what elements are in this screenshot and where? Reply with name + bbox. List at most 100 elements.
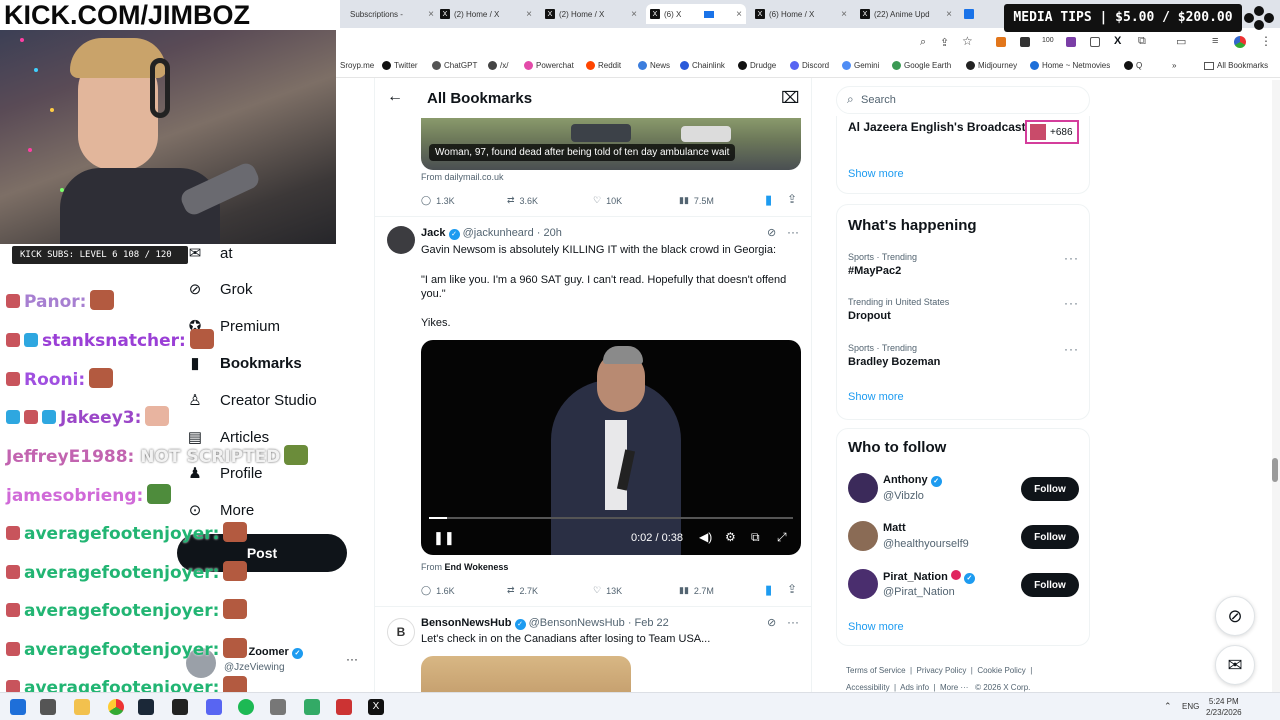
footer-link[interactable]: Terms of Service [846,666,906,675]
repost-button[interactable]: ⇄ 2.7K [507,585,538,596]
close-icon[interactable]: × [946,9,956,20]
close-icon[interactable]: × [841,9,851,20]
author-handle[interactable]: @jackunheard [463,227,534,239]
shield-ext-icon[interactable] [1020,37,1030,47]
more-icon[interactable]: ··· [1064,342,1079,356]
like-button[interactable]: ♡ 10K [593,195,622,206]
tweet-image[interactable] [421,656,631,692]
nav-item-grok[interactable]: ⊘ Grok [186,280,253,299]
follow-button[interactable]: Follow [1021,525,1079,549]
author-name[interactable]: BensonNewsHub [421,617,511,629]
live-listeners[interactable]: +686 [1025,120,1079,144]
views-button[interactable]: ▮▮ 2.7M [679,585,714,596]
footer-link[interactable]: Cookie Policy [977,666,1025,675]
views-button[interactable]: ▮▮ 7.5M [679,195,714,206]
back-arrow-icon[interactable]: ← [387,88,403,106]
terminal-icon[interactable] [172,699,188,715]
menu-list-icon[interactable]: ≡ [1212,35,1218,47]
bookmark-item[interactable]: Google Earth [892,61,951,70]
app-icon[interactable] [336,699,352,715]
metamask-icon[interactable] [996,37,1006,47]
browser-tab-active[interactable]: X (6) X × [646,4,746,24]
show-more-link[interactable]: Show more [848,621,904,633]
tweet-time[interactable]: · 20h [537,227,562,239]
language-indicator[interactable]: ENG [1182,702,1199,711]
file-explorer-icon[interactable] [74,699,90,715]
bookmark-item[interactable]: Gemini [842,61,879,70]
nav-item-articles[interactable]: ▤ Articles [186,428,269,447]
bookmark-item[interactable]: Reddit [586,61,621,70]
footer-link[interactable]: Ads info [900,683,929,692]
bookmark-filled-icon[interactable]: ▮ [765,582,772,598]
share-icon[interactable]: ⇪ [787,192,797,206]
extension-icon[interactable] [1090,37,1100,47]
more-icon[interactable]: ··· [787,615,799,629]
show-more-link[interactable]: Show more [848,391,904,403]
star-icon[interactable]: ☆ [962,34,973,48]
bookmark-item[interactable]: /x/ [488,61,508,70]
link-source[interactable]: From dailymail.co.uk [421,172,504,182]
app-icon[interactable] [270,699,286,715]
all-bookmarks-folder[interactable]: All Bookmarks [1204,61,1268,70]
sidepanel-icon[interactable]: ▭ [1176,35,1186,48]
bookmark-item[interactable]: Twitter [382,61,418,70]
volume-icon[interactable]: ◀) [699,530,712,544]
reply-button[interactable]: ◯ 1.6K [421,585,455,596]
tweet-avatar[interactable] [387,226,415,254]
nav-item-bookmarks[interactable]: ▮ Bookmarks [186,354,302,373]
close-icon[interactable]: × [736,9,746,20]
bookmark-item[interactable]: News [638,61,670,70]
x-extension-icon[interactable]: X [1114,35,1121,47]
browser-tab[interactable]: X (2) Home / X × [541,4,641,24]
author-handle[interactable]: @BensonNewsHub [529,617,625,629]
app-icon[interactable] [304,699,320,715]
bookmarks-overflow-icon[interactable]: » [1172,61,1176,70]
new-folder-icon[interactable]: ⌧ [781,88,799,108]
search-box[interactable]: ⌕ Search [836,86,1090,114]
footer-link[interactable]: Accessibility [846,683,890,692]
kebab-menu-icon[interactable]: ⋮ [1260,34,1272,48]
task-view-icon[interactable] [40,699,56,715]
browser-tab[interactable] [960,4,990,24]
reply-button[interactable]: ◯ 1.3K [421,195,455,206]
spotify-icon[interactable] [238,699,254,715]
more-icon[interactable]: ··· [1064,296,1079,310]
follow-button[interactable]: Follow [1021,477,1079,501]
more-icon[interactable]: ··· [787,225,799,239]
footer-link[interactable]: More ··· [940,683,968,692]
footer-link[interactable]: Privacy Policy [917,666,967,675]
follow-name[interactable]: Anthony ✓ [883,474,942,487]
grok-icon[interactable]: ⊘ [767,226,776,239]
bookmark-item[interactable]: Chainlink [680,61,725,70]
bookmark-item[interactable]: Q [1124,61,1142,70]
scrollbar-thumb[interactable] [1272,458,1278,482]
chrome-icon[interactable] [108,699,124,715]
browser-tab[interactable]: Subscriptions - × [346,4,438,24]
nav-item-chat[interactable]: ✉ at [186,244,233,263]
settings-icon[interactable]: ⚙ [725,530,736,544]
bookmark-item[interactable]: ChatGPT [432,61,477,70]
page-scrollbar[interactable] [1272,80,1280,692]
puzzle-icon[interactable]: ⧉ [1138,35,1146,48]
grok-icon[interactable]: ⊘ [767,616,776,629]
video-player[interactable]: ❚❚ 0:02 / 0:38 ◀) ⚙ ⧉ ⤢ [421,340,801,555]
follow-name[interactable]: Pirat_Nation ✓ [883,570,975,584]
follow-avatar[interactable] [848,473,878,503]
bookmark-item[interactable]: Midjourney [966,61,1017,70]
profile-avatar-icon[interactable] [1234,36,1246,48]
share-icon[interactable]: ⇪ [940,36,949,49]
fullscreen-icon[interactable]: ⤢ [777,530,787,545]
video-seek-bar[interactable] [429,517,793,519]
bookmark-item[interactable]: Discord [790,61,829,70]
clock[interactable]: 5:24 PM 2/23/2026 [1206,696,1242,718]
video-source[interactable]: From End Wokeness [421,562,508,572]
bookmark-item[interactable]: Home ~ Netmovies [1030,61,1110,70]
browser-tab[interactable]: X (22) Anime Upd × [856,4,956,24]
browser-tab[interactable]: X (2) Home / X × [436,4,536,24]
tweet-time[interactable]: · Feb 22 [628,617,669,629]
more-icon[interactable]: ··· [1064,251,1079,265]
counter-ext-icon[interactable]: 100 [1042,37,1054,44]
follow-avatar[interactable] [848,569,878,599]
discord-icon[interactable] [206,699,222,715]
browser-tab[interactable]: X (6) Home / X × [751,4,851,24]
